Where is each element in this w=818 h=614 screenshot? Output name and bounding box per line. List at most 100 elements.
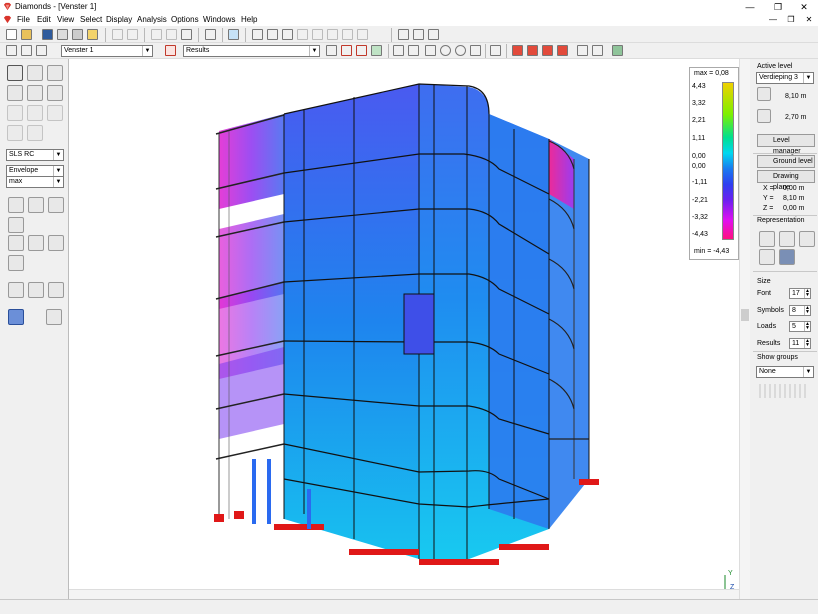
list-icon[interactable] <box>267 29 278 40</box>
grid-frames-icon[interactable] <box>181 29 192 40</box>
combination-select[interactable]: SLS RC ▼ <box>6 149 64 161</box>
results-mode-icon[interactable] <box>165 45 176 56</box>
groups-select[interactable]: None ▼ <box>756 366 814 378</box>
undo-icon[interactable] <box>112 29 123 40</box>
results-size-stepper[interactable]: 11 ▲ ▼ <box>789 338 811 349</box>
menu-windows[interactable]: Windows <box>203 15 235 24</box>
window-tile-icon[interactable] <box>36 45 47 56</box>
pencil-icon[interactable] <box>490 45 501 56</box>
font-size-stepper[interactable]: 17 ▲ ▼ <box>789 288 811 299</box>
filter-d-icon[interactable] <box>512 45 523 56</box>
view-rendered-icon[interactable] <box>759 249 775 265</box>
clock-icon[interactable] <box>312 29 323 40</box>
group-filter-icon[interactable] <box>759 384 809 398</box>
menu-options[interactable]: Options <box>171 15 199 24</box>
wall-tool-icon[interactable] <box>47 65 63 81</box>
result-deform-z-icon[interactable] <box>48 235 64 251</box>
delete-cross-icon[interactable] <box>48 282 64 298</box>
ground-level-button[interactable]: Ground level <box>757 155 815 168</box>
stepper-arrows-icon[interactable]: ▲ ▼ <box>804 289 810 298</box>
result-deform-y-icon[interactable] <box>28 235 44 251</box>
window-new-icon[interactable] <box>21 45 32 56</box>
child-restore-button[interactable]: ❐ <box>782 14 800 26</box>
building-3d-model[interactable] <box>69 59 739 599</box>
result-v-icon[interactable] <box>28 197 44 213</box>
menu-display[interactable]: Display <box>106 15 132 24</box>
filter-r-icon[interactable] <box>527 45 538 56</box>
fx-results-icon[interactable] <box>341 45 352 56</box>
rotate-icon[interactable] <box>393 45 404 56</box>
sheet-icon[interactable] <box>282 29 293 40</box>
window-icon[interactable] <box>6 45 17 56</box>
image-icon[interactable] <box>577 45 588 56</box>
align-right-icon[interactable] <box>428 29 439 40</box>
color-chart-icon[interactable] <box>228 29 239 40</box>
result-shell-icon[interactable] <box>8 217 24 233</box>
menu-help[interactable]: Help <box>241 15 257 24</box>
menu-edit[interactable]: Edit <box>37 15 51 24</box>
reinforcement-icon[interactable] <box>371 45 382 56</box>
check-icon[interactable] <box>342 29 353 40</box>
vertical-scrollbar[interactable] <box>739 59 750 599</box>
save-icon[interactable] <box>42 29 53 40</box>
horizontal-scrollbar[interactable] <box>69 589 739 599</box>
grid-icon[interactable] <box>151 29 162 40</box>
vertical-scroll-thumb[interactable] <box>741 309 749 321</box>
result-deform-x-icon[interactable] <box>8 235 24 251</box>
level-select[interactable]: Verdieping 3 ▼ <box>756 72 814 84</box>
stepper-arrows-icon[interactable]: ▲ ▼ <box>804 339 810 348</box>
window-select[interactable]: Venster 1 ▼ <box>61 45 153 57</box>
restore-button[interactable]: ❐ <box>764 0 792 14</box>
new-file-icon[interactable] <box>6 29 17 40</box>
open-folder-icon[interactable] <box>21 29 32 40</box>
extreme-select[interactable]: max ▼ <box>6 176 64 188</box>
book-icon[interactable] <box>297 29 308 40</box>
measure-icon[interactable] <box>28 282 44 298</box>
model-viewport[interactable]: Y Z <box>69 59 739 599</box>
menu-select[interactable]: Select <box>80 15 102 24</box>
view-wireframe-icon[interactable] <box>759 231 775 247</box>
menu-view[interactable]: View <box>57 15 74 24</box>
child-close-button[interactable]: ✕ <box>800 14 818 26</box>
grid-select-icon[interactable] <box>205 29 216 40</box>
result-n-icon[interactable] <box>8 197 24 213</box>
view-solid-icon[interactable] <box>779 249 795 265</box>
fy-results-icon[interactable] <box>356 45 367 56</box>
section-plot-icon[interactable] <box>46 309 62 325</box>
menu-file[interactable]: File <box>17 15 30 24</box>
align-left-icon[interactable] <box>398 29 409 40</box>
export-icon[interactable] <box>87 29 98 40</box>
print-icon[interactable] <box>72 29 83 40</box>
drawing-plane-button[interactable]: Drawing plane <box>757 170 815 191</box>
load-tool-icon[interactable] <box>47 85 63 101</box>
loads-size-stepper[interactable]: 5 ▲ ▼ <box>789 321 811 332</box>
opening-tool-icon[interactable] <box>7 125 23 141</box>
symbols-size-stepper[interactable]: 8 ▲ ▼ <box>789 305 811 316</box>
result-m-icon[interactable] <box>48 197 64 213</box>
calculator-icon[interactable] <box>612 45 623 56</box>
support-tool-icon[interactable] <box>27 85 43 101</box>
diagram-icon[interactable] <box>326 45 337 56</box>
orbit-icon[interactable] <box>408 45 419 56</box>
member-tool-icon[interactable] <box>7 65 23 81</box>
zoom-out-icon[interactable] <box>455 45 466 56</box>
minimize-button[interactable]: — <box>736 0 764 14</box>
release-tool-icon[interactable] <box>47 105 63 121</box>
menu-analysis[interactable]: Analysis <box>137 15 167 24</box>
report-icon[interactable] <box>327 29 338 40</box>
view-hidden-icon[interactable] <box>779 231 795 247</box>
result-stress-icon[interactable] <box>8 255 24 271</box>
zoom-in-icon[interactable] <box>440 45 451 56</box>
table-icon[interactable] <box>252 29 263 40</box>
stepper-arrows-icon[interactable]: ▲ ▼ <box>804 322 810 331</box>
align-center-icon[interactable] <box>413 29 424 40</box>
grid-columns-icon[interactable] <box>166 29 177 40</box>
filter-t-icon[interactable] <box>557 45 568 56</box>
print-preview-icon[interactable] <box>57 29 68 40</box>
plate-tool-icon[interactable] <box>7 85 23 101</box>
column-tool-icon[interactable] <box>27 65 43 81</box>
results-select[interactable]: Results ▼ <box>183 45 320 57</box>
hinge-tool-icon[interactable] <box>7 105 23 121</box>
spring-tool-icon[interactable] <box>27 105 43 121</box>
redo-icon[interactable] <box>127 29 138 40</box>
